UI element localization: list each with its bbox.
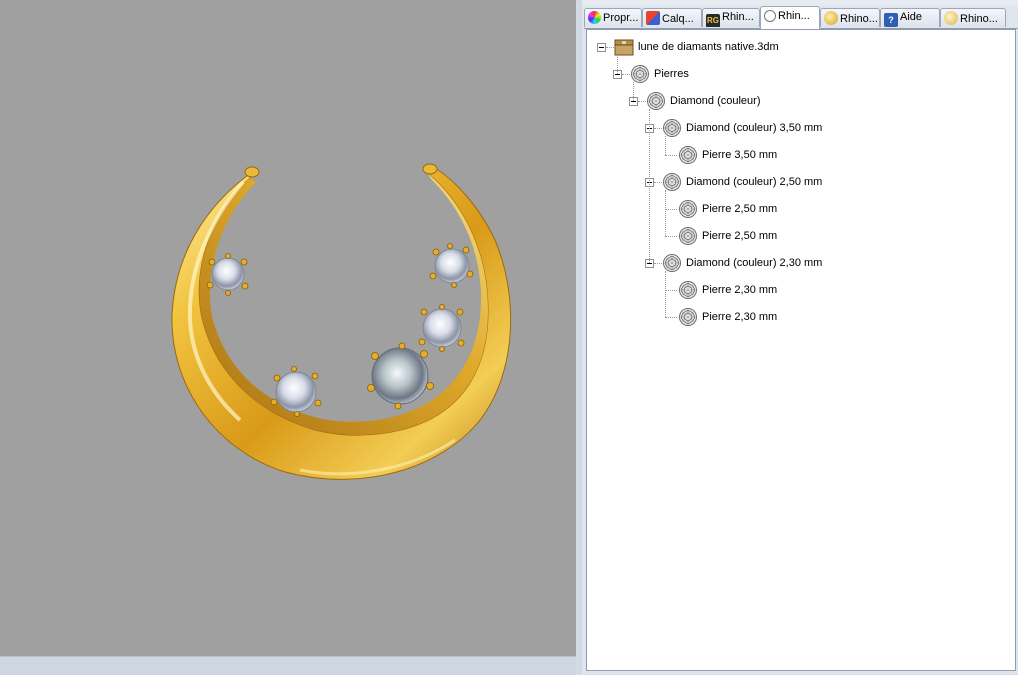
tree-node-stone[interactable]: Pierre 2,30 mm — [587, 280, 1007, 300]
tab-rhino-render[interactable]: Rhino... — [820, 8, 880, 27]
tree-node-label: Pierres — [654, 68, 689, 80]
tab-rhino-materials[interactable]: Rhino... — [940, 8, 1006, 27]
render-icon — [824, 11, 838, 25]
tree-connector — [633, 82, 634, 101]
tree-connector — [638, 101, 646, 102]
tree-connector — [665, 236, 677, 237]
tab-layers[interactable]: Calq... — [642, 8, 702, 27]
viewport-status-strip — [0, 656, 576, 675]
diamond-stone-large — [367, 342, 434, 410]
tree-connector — [665, 271, 666, 317]
tree-node-stone[interactable]: Pierre 3,50 mm — [587, 145, 1007, 165]
tree-node-label: Pierre 2,30 mm — [702, 311, 778, 323]
clock-icon — [764, 10, 776, 22]
diamond-icon — [678, 145, 698, 165]
diamond-icon — [678, 199, 698, 219]
tree-node-label: Diamond (couleur) 3,50 mm — [686, 122, 823, 134]
tree-connector — [654, 128, 662, 129]
layers-icon — [646, 11, 660, 25]
tab-rhinogold[interactable]: RG Rhin... — [702, 8, 760, 27]
tree-connector — [665, 209, 677, 210]
viewport-3d[interactable] — [0, 0, 576, 656]
diamond-stone — [206, 253, 249, 296]
tree-node-category[interactable]: Diamond (couleur) — [587, 91, 1007, 111]
diamond-stone — [429, 243, 474, 288]
tree-node-label: Pierre 2,50 mm — [702, 230, 778, 242]
color-wheel-icon — [588, 11, 601, 24]
tree-node-label: Pierre 2,30 mm — [702, 284, 778, 296]
tree-node-group[interactable]: Pierres — [587, 64, 1007, 84]
tree-connector — [606, 47, 614, 48]
tree-node-label: Pierre 2,50 mm — [702, 203, 778, 215]
tree-node-label: Diamond (couleur) 2,30 mm — [686, 257, 823, 269]
material-icon — [944, 11, 958, 25]
tree-node-stone[interactable]: Pierre 2,30 mm — [587, 307, 1007, 327]
tree-node-stone[interactable]: Pierre 2,50 mm — [587, 199, 1007, 219]
object-tree-panel: lune de diamants native.3dm Pierres Diamon… — [586, 29, 1016, 671]
diamond-icon — [662, 253, 682, 273]
tree-node-label: Pierre 3,50 mm — [702, 149, 778, 161]
panel-tabs: Propr... Calq... RG Rhin... Rhin... Rhino… — [584, 6, 1018, 29]
diamond-icon — [662, 172, 682, 192]
tree-connector — [665, 155, 677, 156]
tree-node-size[interactable]: Diamond (couleur) 2,50 mm — [587, 172, 1007, 192]
tab-properties[interactable]: Propr... — [584, 8, 642, 27]
side-panel: Propr... Calq... RG Rhin... Rhin... Rhino… — [582, 0, 1018, 674]
tree-node-label: lune de diamants native.3dm — [638, 41, 779, 53]
tree-connector — [654, 263, 662, 264]
collapse-toggle[interactable] — [597, 43, 606, 52]
rhinogold-icon: RG — [706, 14, 720, 27]
tab-object-tree[interactable]: Rhin... — [760, 6, 820, 29]
diamond-icon — [678, 280, 698, 300]
tree-connector — [665, 290, 677, 291]
tree-connector — [622, 74, 630, 75]
diamond-icon — [630, 64, 650, 84]
tab-help[interactable]: ? Aide — [880, 8, 940, 27]
tree-connector — [665, 317, 677, 318]
tree-node-size[interactable]: Diamond (couleur) 3,50 mm — [587, 118, 1007, 138]
tree-node-root[interactable]: lune de diamants native.3dm — [587, 37, 1007, 57]
diamond-icon — [646, 91, 666, 111]
file-3dm-icon — [614, 37, 634, 57]
tree-node-size[interactable]: Diamond (couleur) 2,30 mm — [587, 253, 1007, 273]
tree-connector — [617, 55, 618, 74]
tree-node-label: Diamond (couleur) — [670, 95, 761, 107]
tree-connector — [654, 182, 662, 183]
tree-node-label: Diamond (couleur) 2,50 mm — [686, 176, 823, 188]
diamond-icon — [678, 307, 698, 327]
tree-connector — [665, 190, 666, 236]
help-icon: ? — [884, 13, 898, 27]
pendant-render — [171, 163, 512, 480]
diamond-icon — [662, 118, 682, 138]
tree-connector — [665, 136, 666, 155]
diamond-icon — [678, 226, 698, 246]
tree-node-stone[interactable]: Pierre 2,50 mm — [587, 226, 1007, 246]
diamond-stone — [418, 304, 465, 352]
tree-connector — [649, 109, 650, 263]
